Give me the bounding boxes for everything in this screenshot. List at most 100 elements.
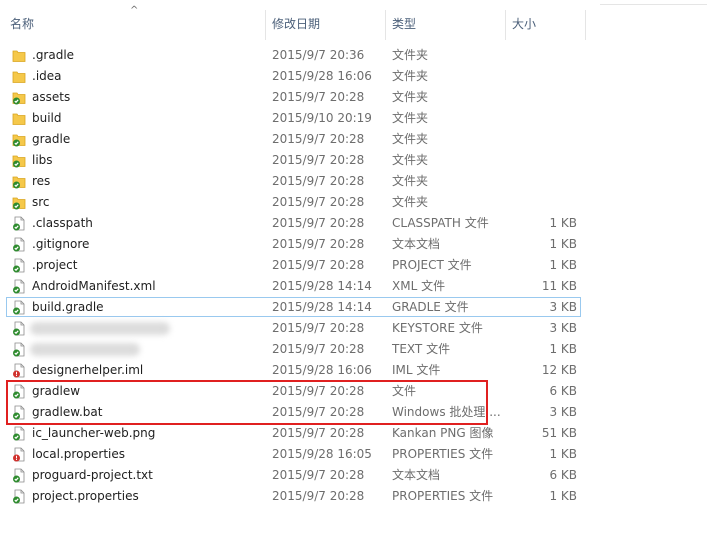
file-row[interactable]: .gradle 2015/9/7 20:36 文件夹: [0, 45, 707, 66]
file-row[interactable]: res 2015/9/7 20:28 文件夹: [0, 171, 707, 192]
file-row[interactable]: proguard-project.txt 2015/9/7 20:28 文本文档 6 …: [0, 465, 707, 486]
folder-synced-icon: [12, 174, 26, 189]
file-date: 2015/9/28 14:14: [272, 279, 372, 293]
file-size: 1 KB: [549, 342, 577, 356]
file-row[interactable]: .gitignore 2015/9/7 20:28 文本文档 1 KB: [0, 234, 707, 255]
file-type: 文件夹: [392, 111, 429, 125]
file-type: KEYSTORE 文件: [392, 321, 483, 335]
file-type: 文件夹: [392, 48, 429, 62]
column-header-bar: ^ 名称 修改日期 类型 大小: [0, 0, 707, 44]
file-synced-icon: [12, 300, 26, 315]
file-type: TEXT 文件: [392, 342, 451, 356]
file-name: proguard-project.txt: [32, 468, 153, 482]
redacted-filename: [30, 322, 170, 335]
file-synced-icon: [12, 258, 26, 273]
file-synced-icon: [12, 279, 26, 294]
file-date: 2015/9/7 20:28: [272, 195, 365, 209]
file-list: .gradle 2015/9/7 20:36 文件夹 .idea 2015/9/28 1…: [0, 45, 707, 507]
file-row[interactable]: build.gradle 2015/9/28 14:14 GRADLE 文件 3 KB: [0, 297, 707, 318]
file-type: 文件夹: [392, 69, 429, 83]
file-synced-icon: [12, 468, 26, 483]
file-date: 2015/9/7 20:28: [272, 153, 365, 167]
redacted-filename: [30, 343, 140, 356]
column-divider[interactable]: [505, 10, 506, 40]
file-name: AndroidManifest.xml: [32, 279, 156, 293]
file-date: 2015/9/28 14:14: [272, 300, 372, 314]
file-type: PROJECT 文件: [392, 258, 472, 272]
file-name: .classpath: [32, 216, 93, 230]
file-size: 12 KB: [541, 363, 577, 377]
file-size: 6 KB: [549, 468, 577, 482]
file-name: local.properties: [32, 447, 126, 461]
file-synced-icon: [12, 321, 26, 336]
file-size: 11 KB: [541, 279, 577, 293]
file-name: .gradle: [32, 48, 75, 62]
file-size: 1 KB: [549, 489, 577, 503]
file-modified-icon: [12, 363, 26, 378]
file-row[interactable]: assets 2015/9/7 20:28 文件夹: [0, 87, 707, 108]
file-row[interactable]: gradle 2015/9/7 20:28 文件夹: [0, 129, 707, 150]
file-row[interactable]: .project 2015/9/7 20:28 PROJECT 文件 1 KB: [0, 255, 707, 276]
file-row[interactable]: .idea 2015/9/28 16:06 文件夹: [0, 66, 707, 87]
column-header-size[interactable]: 大小: [512, 10, 582, 38]
file-row[interactable]: project.properties 2015/9/7 20:28 PROPERTI…: [0, 486, 707, 507]
file-row[interactable]: designerhelper.iml 2015/9/28 16:06 IML 文件 1…: [0, 360, 707, 381]
file-date: 2015/9/7 20:28: [272, 174, 365, 188]
file-row[interactable]: .classpath 2015/9/7 20:28 CLASSPATH 文件 1 KB: [0, 213, 707, 234]
file-name: designerhelper.iml: [32, 363, 144, 377]
column-divider[interactable]: [385, 10, 386, 40]
file-size: 3 KB: [549, 300, 577, 314]
file-name: src: [32, 195, 50, 209]
file-synced-icon: [12, 426, 26, 441]
file-name: build.gradle: [32, 300, 104, 314]
file-row[interactable]: 2015/9/7 20:28 TEXT 文件 1 KB: [0, 339, 707, 360]
column-divider[interactable]: [585, 10, 586, 40]
file-date: 2015/9/28 16:06: [272, 363, 372, 377]
file-synced-icon: [12, 237, 26, 252]
file-row[interactable]: libs 2015/9/7 20:28 文件夹: [0, 150, 707, 171]
file-type: XML 文件: [392, 279, 446, 293]
file-name: .project: [32, 258, 78, 272]
file-date: 2015/9/7 20:36: [272, 48, 365, 62]
column-header-date[interactable]: 修改日期: [272, 10, 382, 38]
header-top-divider: [600, 0, 707, 5]
file-date: 2015/9/7 20:28: [272, 468, 365, 482]
file-date: 2015/9/7 20:28: [272, 216, 365, 230]
file-type: CLASSPATH 文件: [392, 216, 489, 230]
file-name: build: [32, 111, 62, 125]
column-divider[interactable]: [265, 10, 266, 40]
file-size: 1 KB: [549, 447, 577, 461]
file-row[interactable]: ic_launcher-web.png 2015/9/7 20:28 Kankan …: [0, 423, 707, 444]
file-type: PROPERTIES 文件: [392, 489, 494, 503]
file-size: 1 KB: [549, 237, 577, 251]
file-date: 2015/9/7 20:28: [272, 237, 365, 251]
file-date: 2015/9/7 20:28: [272, 342, 365, 356]
file-name: .idea: [32, 69, 62, 83]
file-row[interactable]: src 2015/9/7 20:28 文件夹: [0, 192, 707, 213]
file-date: 2015/9/7 20:28: [272, 489, 365, 503]
file-size: 1 KB: [549, 216, 577, 230]
file-type: GRADLE 文件: [392, 300, 469, 314]
file-size: 51 KB: [541, 426, 577, 440]
folder-synced-icon: [12, 90, 26, 105]
file-row[interactable]: AndroidManifest.xml 2015/9/28 14:14 XML 文件…: [0, 276, 707, 297]
column-header-name[interactable]: 名称: [10, 10, 260, 38]
file-synced-icon: [12, 489, 26, 504]
file-row[interactable]: local.properties 2015/9/28 16:05 PROPERTIE…: [0, 444, 707, 465]
file-type: 文件夹: [392, 174, 429, 188]
file-name: gradle: [32, 132, 71, 146]
file-name: ic_launcher-web.png: [32, 426, 156, 440]
folder-icon: [12, 111, 26, 126]
file-name: res: [32, 174, 51, 188]
file-date: 2015/9/7 20:28: [272, 258, 365, 272]
file-row[interactable]: 2015/9/7 20:28 KEYSTORE 文件 3 KB: [0, 318, 707, 339]
file-type: 文件夹: [392, 132, 429, 146]
folder-synced-icon: [12, 153, 26, 168]
file-row[interactable]: build 2015/9/10 20:19 文件夹: [0, 108, 707, 129]
file-type: 文件夹: [392, 195, 429, 209]
column-header-type[interactable]: 类型: [392, 10, 502, 38]
file-date: 2015/9/7 20:28: [272, 90, 365, 104]
file-type: Kankan PNG 图像: [392, 426, 494, 440]
file-type: 文本文档: [392, 237, 441, 251]
file-size: 3 KB: [549, 405, 577, 419]
